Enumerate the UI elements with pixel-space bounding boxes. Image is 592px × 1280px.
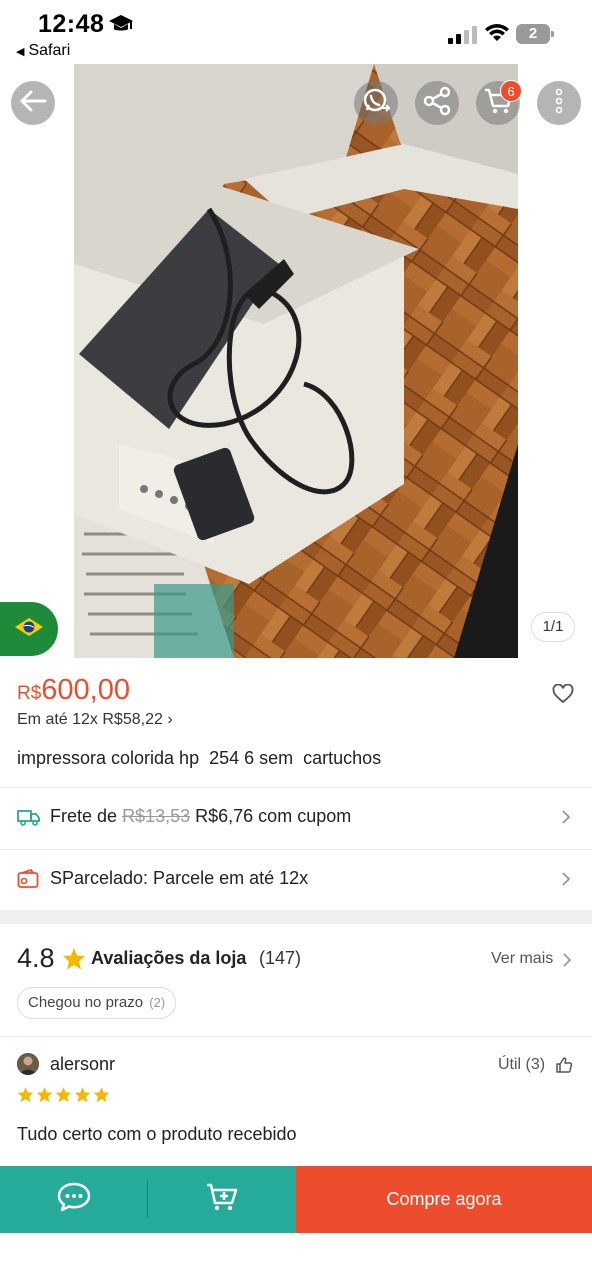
sparcelado-label: SParcelado: Parcele em até 12x [50, 868, 309, 888]
tag-label: Chegou no prazo [28, 994, 144, 1011]
arrow-left-icon [19, 89, 47, 118]
cellular-signal-icon [448, 26, 478, 44]
cart-count-badge: 6 [500, 80, 522, 102]
review-stars [17, 1086, 110, 1103]
brazil-flag-badge[interactable] [0, 602, 58, 656]
price-currency: R$ [17, 683, 42, 704]
brazil-flag-icon [12, 614, 46, 644]
shipping-prefix: Frete de [50, 806, 118, 826]
chevron-right-icon [561, 871, 571, 892]
photo-page-indicator: 1/1 [531, 612, 575, 642]
battery-indicator: 2 [516, 24, 554, 44]
chat-button[interactable] [0, 1166, 148, 1233]
add-to-cart-button[interactable] [148, 1166, 296, 1233]
avatar [17, 1053, 39, 1075]
back-button[interactable] [11, 81, 55, 125]
bottom-action-bar: Compre agora [0, 1166, 592, 1233]
tag-count: (2) [149, 995, 166, 1010]
chevron-right-icon [562, 952, 572, 973]
shipping-new-price: R$6,76 com cupom [195, 806, 352, 826]
helpful-count[interactable]: Útil (3) [498, 1056, 545, 1074]
star-icon [55, 1087, 72, 1103]
see-more-link[interactable]: Ver mais [491, 950, 553, 968]
section-gap [0, 910, 592, 924]
divider [0, 1036, 592, 1037]
shipping-row[interactable]: Frete de R$13,53 R$6,76 com cupom [0, 788, 592, 848]
installments-link[interactable]: Em até 12x R$58,22 › [17, 711, 173, 729]
chat-bubble-icon [56, 1181, 92, 1218]
reviewer-name: alersonr [50, 1054, 116, 1074]
star-icon [74, 1087, 91, 1103]
star-icon [17, 1087, 34, 1103]
more-vertical-icon [555, 88, 563, 119]
favorite-heart-icon[interactable] [552, 683, 574, 709]
wifi-icon [484, 22, 510, 47]
chevron-right-icon [561, 809, 571, 830]
installments-label: Em até 12x R$58,22 [17, 711, 163, 728]
store-rating-score: 4.8 [17, 943, 55, 973]
status-bar: 12:48 ◀ Safari 2 [0, 0, 592, 64]
star-icon [93, 1087, 110, 1103]
shipping-text: Frete de R$13,53 R$6,76 com cupom [50, 806, 351, 827]
store-rating-label: Avaliações da loja [91, 948, 247, 968]
price: R$600,00 [17, 674, 130, 707]
product-title: impressora colorida hp 254 6 sem cartuch… [17, 748, 382, 768]
buy-now-button[interactable]: Compre agora [296, 1166, 592, 1233]
battery-level: 2 [516, 24, 550, 44]
chevron-right-icon: › [167, 711, 173, 728]
review-text: Tudo certo com o produto recebido [17, 1124, 297, 1144]
thumbs-up-icon[interactable] [555, 1056, 573, 1079]
clock: 12:48 [38, 10, 105, 38]
delivery-truck-icon [17, 807, 41, 832]
wallet-icon [17, 868, 39, 894]
back-app-label: Safari [28, 42, 71, 59]
review-tag-chip[interactable]: Chegou no prazo (2) [17, 987, 177, 1019]
share-button[interactable] [415, 81, 459, 125]
price-amount: 600,00 [41, 674, 130, 706]
share-icon [422, 86, 452, 121]
add-to-cart-icon [205, 1182, 239, 1217]
product-photo[interactable] [74, 64, 518, 658]
graduation-cap-icon [108, 13, 134, 40]
star-icon [36, 1087, 53, 1103]
whatsapp-icon [361, 86, 391, 121]
back-to-safari[interactable]: ◀ Safari [16, 42, 70, 60]
sparcelado-row[interactable]: SParcelado: Parcele em até 12x [0, 850, 592, 910]
shipping-old-price: R$13,53 [122, 806, 191, 826]
store-rating-count: (147) [259, 948, 302, 968]
star-icon [62, 947, 86, 975]
more-options-button[interactable] [537, 81, 581, 125]
whatsapp-share-button[interactable] [354, 81, 398, 125]
